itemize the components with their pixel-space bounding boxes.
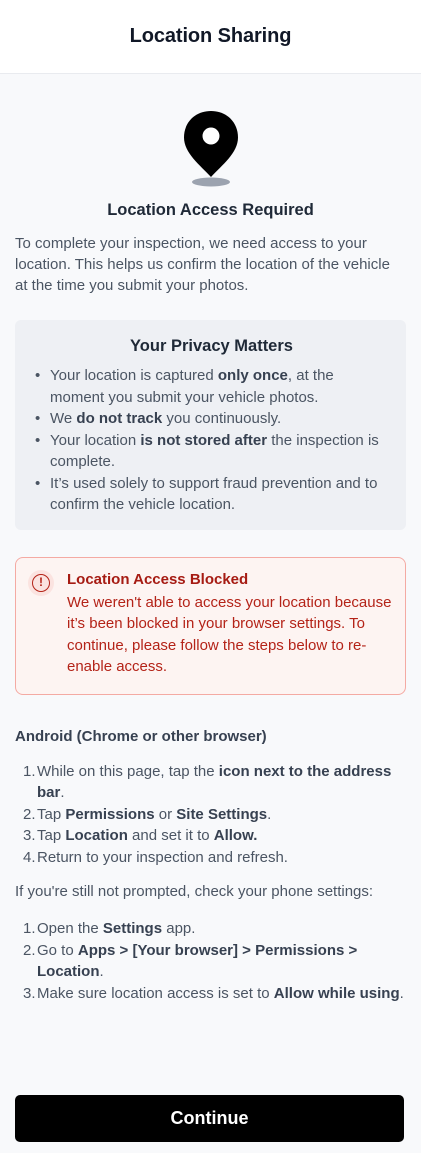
- alert-title: Location Access Blocked: [67, 570, 249, 588]
- phone-steps: 1. Open the Settings app. 2. Go to Apps > …: [15, 918, 406, 1004]
- alert-body: Location Access Blocked We weren't able …: [67, 571, 393, 678]
- android-steps: 1. While on this page, tap the icon next …: [15, 761, 406, 869]
- app-header: Location Sharing: [0, 0, 421, 74]
- continue-button[interactable]: Continue: [15, 1095, 404, 1142]
- list-item: Your location is not stored after the in…: [35, 430, 388, 473]
- list-item: 4. Return to your inspection and refresh.: [23, 848, 288, 866]
- map-pin-icon: [183, 111, 238, 187]
- list-item: It’s used solely to support fraud preven…: [35, 473, 388, 516]
- list-item: We do not track you continuously.: [35, 408, 388, 430]
- list-item: 1. Open the Settings app.: [23, 920, 196, 937]
- list-item: Your location is captured only once, at …: [35, 365, 388, 408]
- list-item: 3. Make sure location access is set to Al…: [23, 984, 404, 1002]
- phone-settings-intro: If you're still not prompted, check your…: [15, 883, 374, 900]
- main-content: Location Access Required To complete you…: [0, 109, 421, 1004]
- privacy-list: Your location is captured only once, at …: [35, 365, 388, 516]
- intro-text: To complete your inspection, we need acc…: [15, 235, 390, 294]
- page-title: Location Sharing: [129, 25, 292, 47]
- footer: Continue: [15, 1095, 404, 1142]
- hero: Location Access Required: [15, 109, 406, 220]
- blocked-alert: ! Location Access Blocked We weren't abl…: [15, 556, 406, 695]
- alert-circle-icon: !: [28, 569, 54, 596]
- list-item: 1. While on this page, tap the icon next …: [23, 762, 392, 802]
- android-heading: Android (Chrome or other browser): [15, 727, 267, 745]
- alert-message: We weren't able to access your location …: [67, 593, 392, 676]
- privacy-card: Your Privacy Matters Your location is ca…: [15, 320, 406, 530]
- list-item: 2. Tap Permissions or Site Settings.: [23, 805, 272, 823]
- list-item: 3. Tap Location and set it to Allow.: [23, 827, 258, 844]
- access-title: Location Access Required: [107, 201, 314, 219]
- privacy-title: Your Privacy Matters: [130, 337, 293, 355]
- list-item: 2. Go to Apps > [Your browser] > Permissi…: [23, 941, 358, 981]
